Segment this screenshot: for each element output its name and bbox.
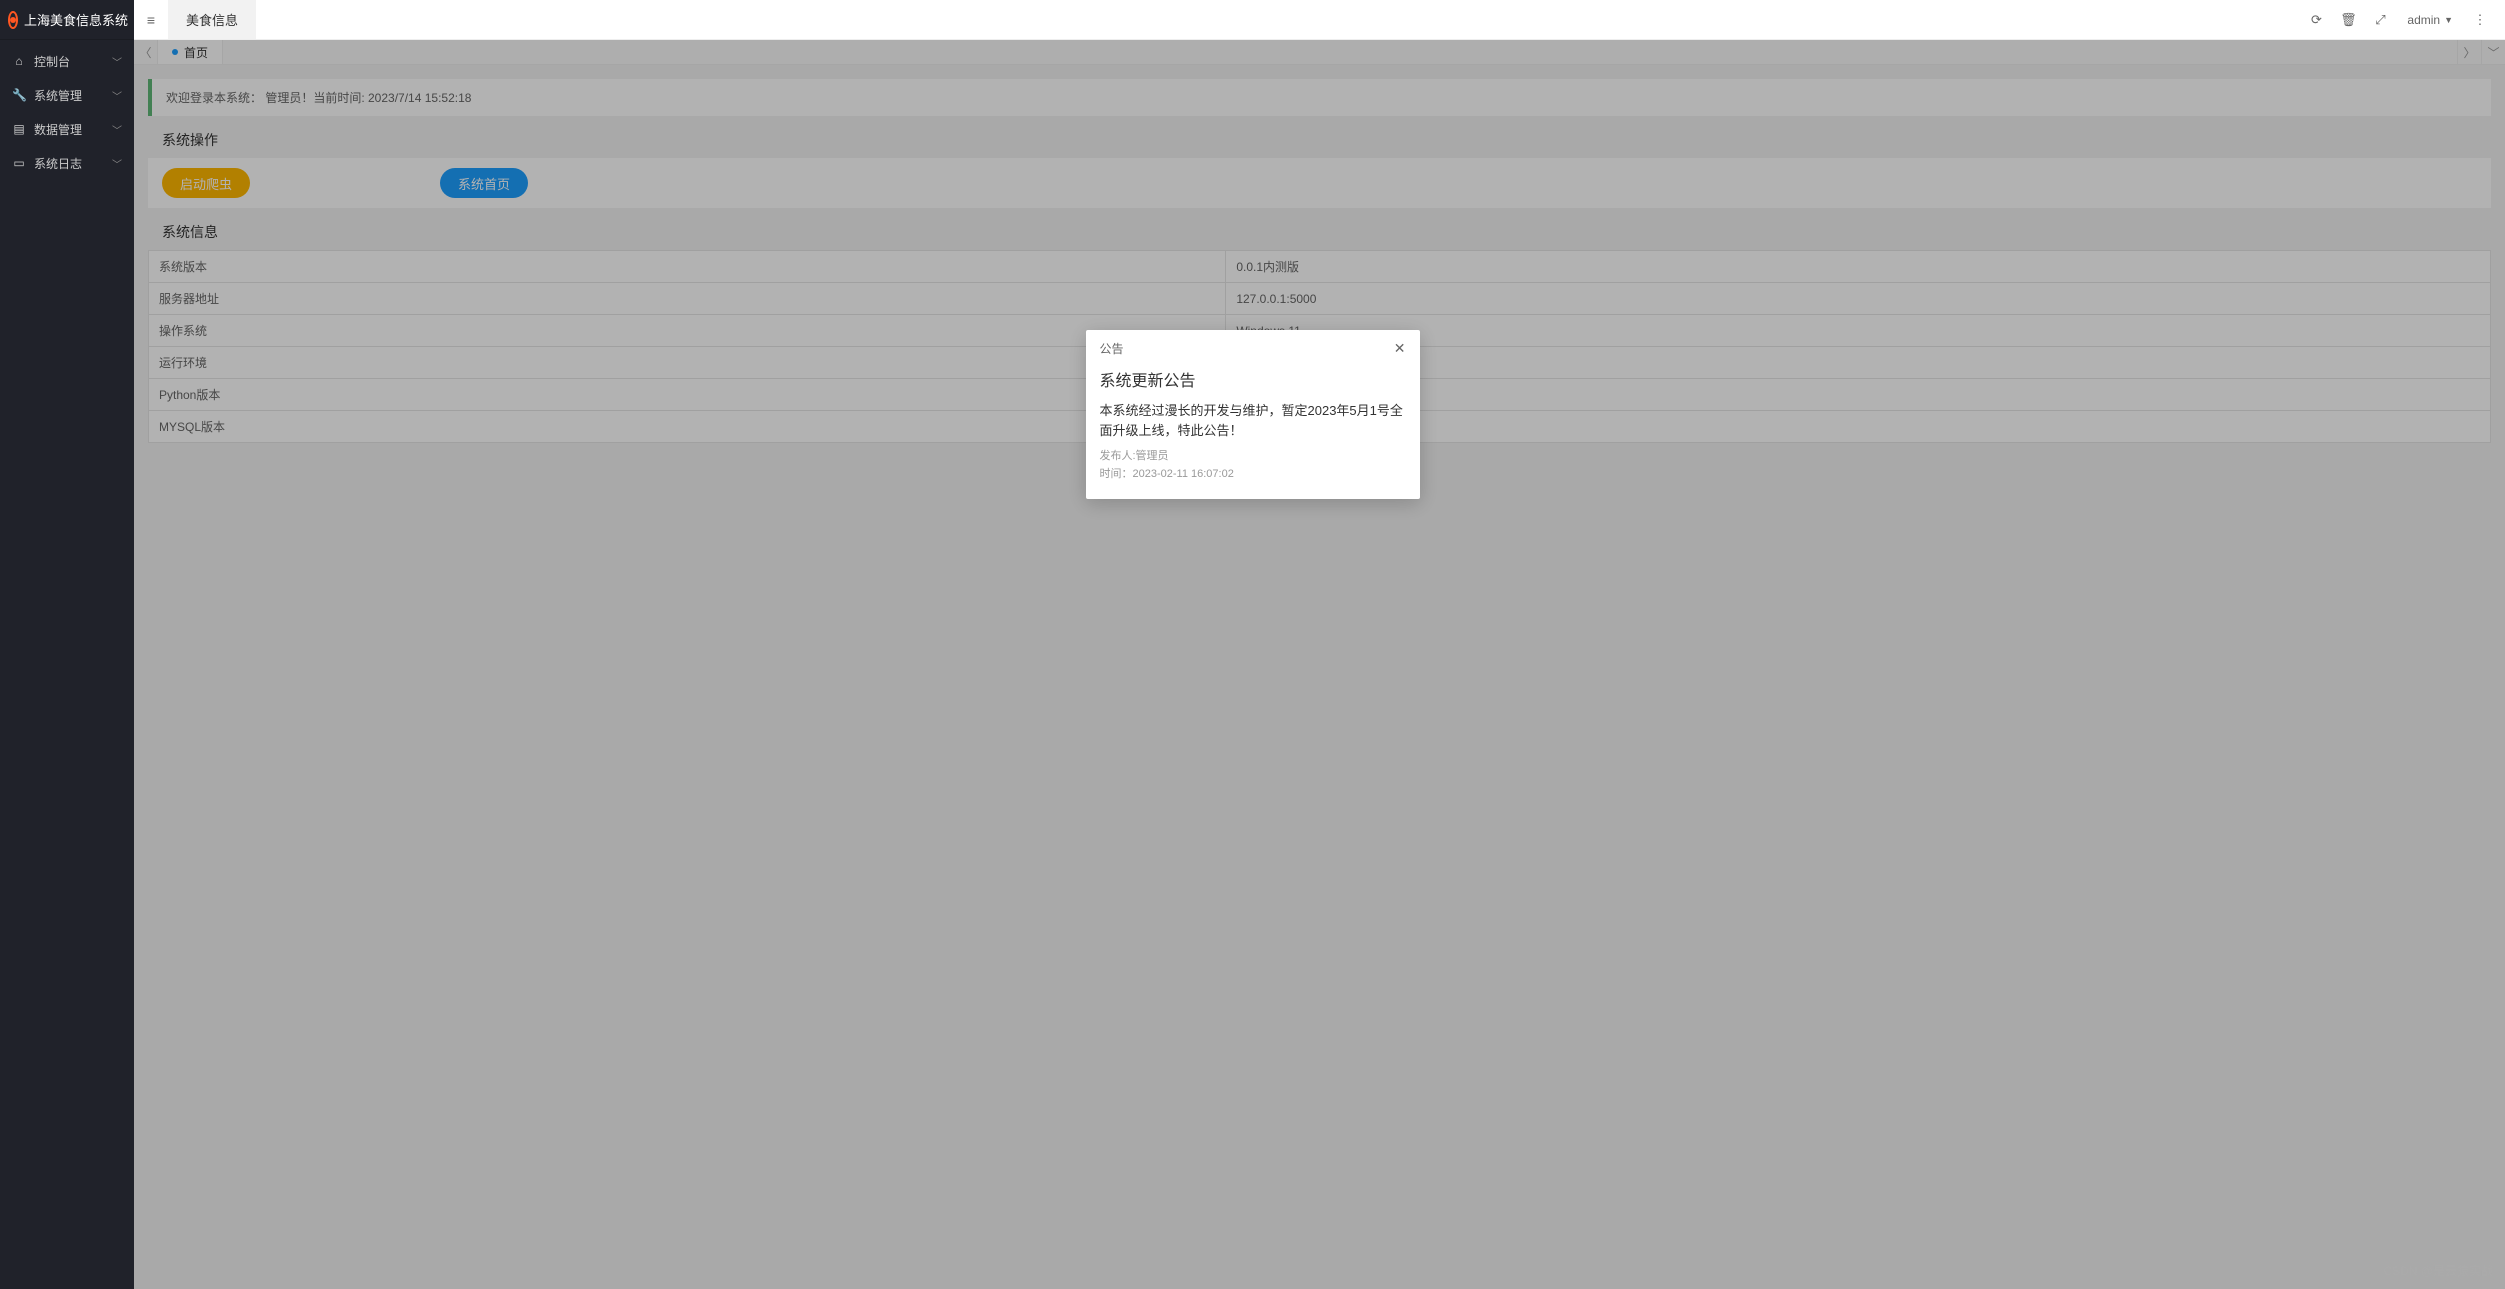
modal-time: 时间：2023-02-11 16:07:02 — [1100, 466, 1406, 484]
modal-title: 系统更新公告 — [1100, 367, 1406, 391]
top-right-actions: ⟳ 🗑 ⤢ admin ▼ ⋮ — [2301, 0, 2505, 39]
sidebar-item-label: 系统日志 — [34, 155, 82, 172]
modal-overlay[interactable] — [134, 40, 2505, 1289]
chevron-down-icon: ﹀ — [112, 88, 122, 103]
side-menu: ⌂ 控制台 ﹀ 🔧 系统管理 ﹀ ▤ 数据管理 ﹀ ▭ 系统日志 ﹀ — [0, 40, 134, 1289]
fullscreen-button[interactable]: ⤢ — [2365, 0, 2395, 40]
refresh-icon: ⟳ — [2311, 12, 2322, 28]
more-icon: ⋮ — [2474, 12, 2487, 28]
close-icon: ✕ — [1394, 340, 1406, 356]
modal-header-title: 公告 — [1100, 340, 1124, 357]
top-header: ≡ 美食信息 ⟳ 🗑 ⤢ admin ▼ ⋮ — [134, 0, 2505, 40]
laptop-icon: ▭ — [12, 156, 26, 170]
chevron-down-icon: ﹀ — [112, 156, 122, 171]
menu-icon: ≡ — [147, 12, 155, 28]
user-name: admin — [2407, 13, 2440, 27]
caret-down-icon: ▼ — [2444, 15, 2453, 25]
top-nav-tabs: 美食信息 — [168, 0, 256, 39]
watermark: CSDN @是云猿实战 — [2383, 1262, 2493, 1279]
delete-button[interactable]: 🗑 — [2333, 0, 2363, 40]
logo-icon — [8, 11, 18, 29]
menu-toggle-button[interactable]: ≡ — [134, 0, 168, 40]
tab-label: 美食信息 — [186, 10, 238, 29]
sidebar-item-system-log[interactable]: ▭ 系统日志 ﹀ — [0, 146, 134, 180]
modal-header: 公告 ✕ — [1086, 330, 1420, 367]
sidebar-item-console[interactable]: ⌂ 控制台 ﹀ — [0, 44, 134, 78]
modal-close-button[interactable]: ✕ — [1394, 340, 1406, 357]
chevron-down-icon: ﹀ — [112, 122, 122, 137]
home-icon: ⌂ — [12, 54, 26, 68]
logo-area: 上海美食信息系统 — [0, 0, 134, 40]
modal-body: 系统更新公告 本系统经过漫长的开发与维护，暂定2023年5月1号全面升级上线，特… — [1086, 367, 1420, 499]
refresh-button[interactable]: ⟳ — [2301, 0, 2331, 40]
sidebar-item-label: 系统管理 — [34, 87, 82, 104]
data-icon: ▤ — [12, 122, 26, 136]
sidebar-item-label: 数据管理 — [34, 121, 82, 138]
announcement-modal: 公告 ✕ 系统更新公告 本系统经过漫长的开发与维护，暂定2023年5月1号全面升… — [1086, 330, 1420, 499]
trash-icon: 🗑 — [2340, 12, 2357, 28]
sidebar-item-system-manage[interactable]: 🔧 系统管理 ﹀ — [0, 78, 134, 112]
sidebar-item-data-manage[interactable]: ▤ 数据管理 ﹀ — [0, 112, 134, 146]
top-tab-food-info[interactable]: 美食信息 — [168, 0, 256, 39]
user-menu[interactable]: admin ▼ — [2397, 13, 2463, 27]
app-title: 上海美食信息系统 — [24, 10, 128, 29]
chevron-down-icon: ﹀ — [112, 54, 122, 69]
sidebar-item-label: 控制台 — [34, 53, 70, 70]
sidebar: 上海美食信息系统 ⌂ 控制台 ﹀ 🔧 系统管理 ﹀ ▤ 数据管理 ﹀ ▭ 系统日… — [0, 0, 134, 1289]
more-button[interactable]: ⋮ — [2465, 0, 2495, 40]
modal-text: 本系统经过漫长的开发与维护，暂定2023年5月1号全面升级上线，特此公告！ — [1100, 401, 1406, 440]
modal-author: 发布人:管理员 — [1100, 448, 1406, 466]
wrench-icon: 🔧 — [12, 88, 26, 102]
expand-icon: ⤢ — [2375, 12, 2385, 28]
